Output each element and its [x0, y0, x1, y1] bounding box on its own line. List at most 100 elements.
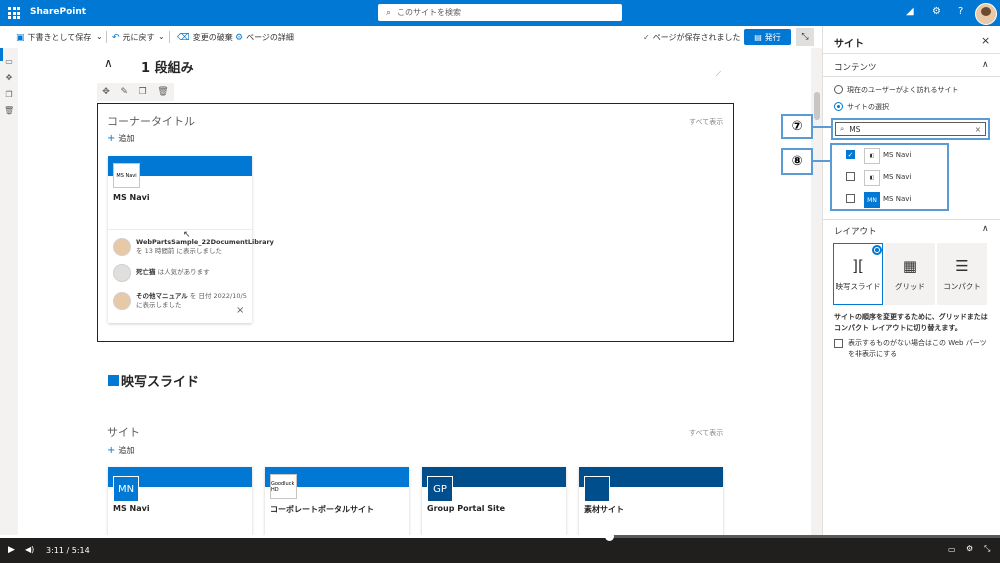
activity-3[interactable]: その他マニュアル を 日付 2022/10/5 に表示しました [136, 292, 247, 310]
result-checkbox-1[interactable]: ✓ [846, 150, 855, 159]
discard-icon: ⌫ [177, 32, 190, 43]
see-all-link[interactable]: すべて表示 [689, 428, 723, 438]
site-logo: Goodluck HD [270, 474, 297, 499]
megaphone-icon[interactable]: ◢ [906, 6, 914, 17]
section-title-1[interactable]: 1 段組み [141, 57, 194, 76]
close-icon[interactable]: × [981, 34, 990, 47]
play-icon[interactable]: ▶ [8, 545, 15, 555]
discard-button[interactable]: ⌫ 変更の破棄 [177, 32, 233, 43]
chevron-up-icon[interactable]: ∧ [104, 56, 113, 70]
duplicate-icon[interactable]: ❐ [4, 90, 14, 99]
site-card-name[interactable]: MS Navi [113, 193, 150, 202]
duplicate-icon[interactable]: ❐ [139, 87, 147, 97]
video-seek-knob[interactable] [605, 532, 614, 541]
hide-empty-checkbox[interactable] [834, 339, 843, 348]
site-card-name[interactable]: MS Navi [113, 504, 150, 513]
site-card-name[interactable]: Group Portal Site [427, 504, 505, 513]
page-details-label: ページの詳細 [246, 33, 294, 42]
layout-section-label[interactable]: レイアウト [834, 225, 877, 237]
filmstrip-icon: ][ [852, 256, 864, 275]
site-card-name[interactable]: 素材サイト [584, 504, 624, 515]
undo-dropdown[interactable]: ⌄ [158, 32, 165, 41]
chevron-up-icon[interactable]: ∧ [982, 224, 989, 234]
webpart2-title[interactable]: サイト [107, 424, 140, 440]
site-icon: GP [427, 476, 453, 502]
move-icon[interactable]: ✥ [102, 87, 110, 97]
site-logo-text: Goodluck HD [271, 480, 295, 493]
add-button[interactable]: + 追加 [107, 445, 134, 456]
activity-3-when: に表示しました [136, 301, 182, 309]
layout-compact[interactable]: ☰ コンパクト [937, 243, 987, 305]
volume-icon[interactable]: ◀) [25, 545, 34, 554]
divider [823, 53, 1000, 54]
user-avatar[interactable] [975, 3, 997, 25]
site-search-box[interactable]: ⌕ このサイトを検索 [378, 4, 622, 21]
clear-icon[interactable]: × [975, 125, 981, 134]
page-details-button[interactable]: ⚙ ページの詳細 [235, 32, 294, 43]
section-title-2-text: 映写スライド [121, 375, 200, 390]
publish-icon: ▤ [754, 32, 762, 42]
callout-connector [813, 126, 833, 128]
close-icon[interactable]: × [236, 305, 244, 316]
captions-icon[interactable]: ▭ [948, 545, 956, 554]
save-draft-button[interactable]: ▣ 下書きとして保存 [16, 32, 91, 43]
site-search-input[interactable]: ⌕ MS × [835, 122, 986, 136]
section-title-2[interactable]: 映写スライド [108, 371, 199, 390]
plus-icon: + [107, 445, 116, 456]
checkmark-icon: ✓ [847, 150, 854, 159]
site-icon-text: GP [433, 483, 447, 495]
radio-frequent[interactable] [834, 85, 843, 94]
add-label: 追加 [118, 446, 135, 455]
divider [108, 229, 252, 230]
activity-1[interactable]: WebPartsSample_22DocumentLibrary を 13 時間… [136, 238, 274, 256]
collapse-panel-button[interactable]: ⤡ [796, 28, 814, 46]
help-icon[interactable]: ? [958, 6, 963, 17]
image-icon [113, 264, 131, 282]
app-launcher-icon[interactable] [8, 7, 20, 19]
gear-icon[interactable]: ⚙ [932, 6, 941, 17]
result-name-3[interactable]: MS Navi [883, 195, 911, 203]
settings-icon[interactable]: ⚙ [966, 544, 973, 553]
publish-button[interactable]: ▤ 発行 [744, 29, 791, 45]
delete-icon[interactable]: 🗑 [4, 106, 14, 115]
checkmark-icon: ✓ [643, 33, 650, 42]
result-checkbox-2[interactable] [846, 172, 855, 181]
divider [823, 76, 1000, 77]
edit-icon[interactable]: ✎ [120, 87, 128, 97]
brand-name[interactable]: SharePoint [30, 7, 86, 17]
site-logo-text: MS Navi [116, 172, 137, 179]
contents-section-label[interactable]: コンテンツ [834, 61, 877, 73]
radio-select-label[interactable]: サイトの選択 [847, 102, 889, 112]
chevron-down-icon: ⌄ [96, 32, 103, 41]
grid-icon: ▦ [902, 256, 918, 275]
result-checkbox-3[interactable] [846, 194, 855, 203]
pane-title: サイト [834, 39, 864, 50]
scrollbar-thumb[interactable] [814, 92, 820, 120]
resize-handle-icon[interactable]: ⟋ [716, 70, 721, 79]
result-name-1[interactable]: MS Navi [883, 151, 911, 159]
hide-empty-label[interactable]: 表示するものがない場合はこの Web パーツを非表示にする [848, 338, 993, 360]
undo-button[interactable]: ↶ 元に戻す [112, 32, 155, 43]
divider [169, 31, 170, 43]
see-all-link[interactable]: すべて表示 [689, 117, 723, 127]
site-card-name[interactable]: コーポレートポータルサイト [270, 504, 374, 515]
activity-2[interactable]: 死亡猫 は人気があります [136, 268, 210, 277]
chevron-up-icon[interactable]: ∧ [982, 60, 989, 70]
list-icon: ☰ [955, 256, 969, 275]
move-icon[interactable]: ✥ [4, 73, 14, 82]
fullscreen-exit-icon[interactable]: ⤡ [984, 544, 990, 554]
result-name-2[interactable]: MS Navi [883, 173, 911, 181]
add-button[interactable]: + 追加 [107, 133, 134, 144]
comment-icon[interactable]: ▭ [4, 57, 14, 66]
layout-filmstrip-label: 映写スライド [835, 281, 881, 291]
layout-grid[interactable]: ▦ グリッド [885, 243, 935, 305]
save-dropdown[interactable]: ⌄ [96, 32, 103, 41]
webpart-title[interactable]: コーナータイトル [107, 113, 195, 129]
saved-status: ✓ ページが保存されました [643, 32, 741, 43]
avatar [113, 292, 131, 310]
radio-select-sites[interactable] [834, 102, 843, 111]
bullet-square [108, 375, 119, 386]
radio-frequent-label[interactable]: 現在のユーザーがよく訪れるサイト [847, 85, 959, 95]
video-time: 3:11 / 5:14 [46, 546, 90, 555]
delete-icon[interactable]: 🗑 [157, 87, 168, 97]
